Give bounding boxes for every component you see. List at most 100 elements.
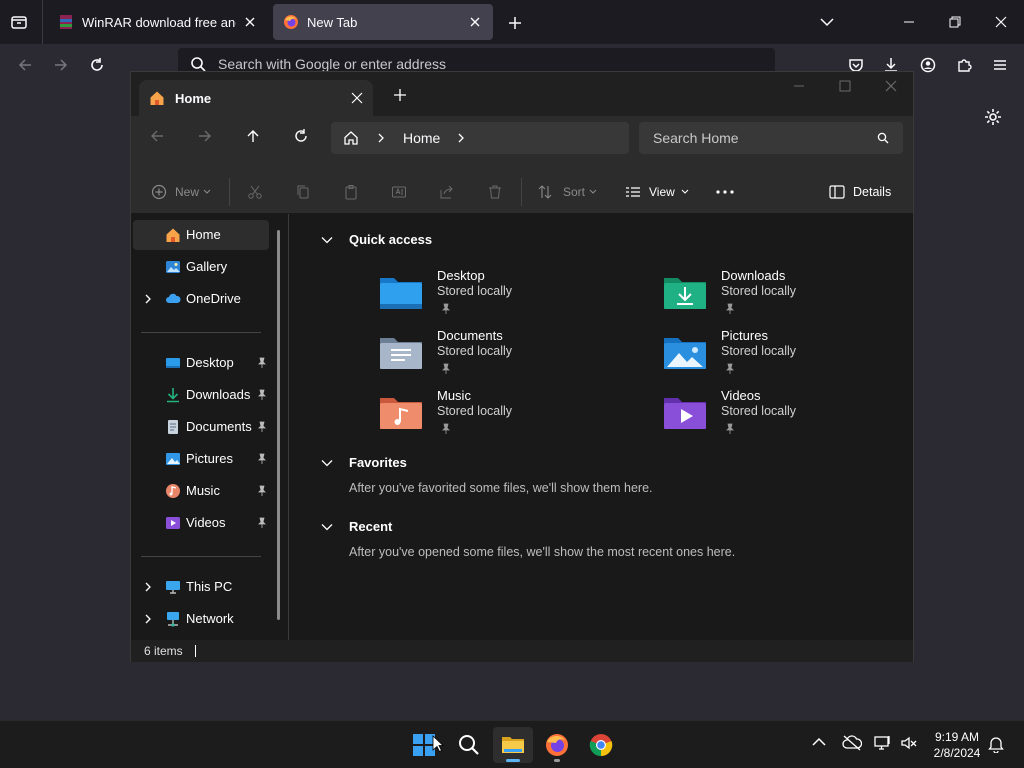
delete-button[interactable] — [487, 178, 503, 206]
pin-icon[interactable] — [257, 517, 267, 529]
firefox-icon — [546, 734, 568, 756]
close-window-icon[interactable] — [990, 12, 1012, 32]
taskbar-chrome[interactable] — [581, 727, 621, 763]
newtab-settings-gear-icon[interactable] — [982, 106, 1004, 128]
section-favorites[interactable]: Favorites — [321, 455, 407, 470]
sidebar-scrollbar[interactable] — [277, 230, 280, 620]
sidebar-item-desktop[interactable]: Desktop — [133, 348, 269, 378]
reload-icon[interactable] — [86, 54, 108, 76]
close-tab-icon[interactable] — [351, 92, 363, 104]
pin-icon[interactable] — [257, 485, 267, 497]
explorer-minimize-icon[interactable] — [793, 80, 805, 92]
chevron-right-icon[interactable] — [143, 613, 153, 625]
system-clock[interactable]: 9:19 AM 2/8/2024 — [926, 729, 988, 761]
tab-winrar[interactable]: WinRAR download free and support — [48, 4, 268, 40]
explorer-close-icon[interactable] — [885, 80, 897, 92]
sidebar-item-this-pc[interactable]: This PC — [133, 572, 269, 602]
chevron-right-icon[interactable] — [143, 581, 153, 593]
sidebar-item-gallery[interactable]: Gallery — [133, 252, 269, 282]
account-icon[interactable] — [917, 54, 939, 76]
chevron-right-icon[interactable] — [143, 293, 153, 305]
up-arrow-icon[interactable] — [245, 128, 261, 144]
paste-button[interactable] — [343, 178, 359, 206]
copy-button[interactable] — [295, 178, 311, 206]
close-tab-icon[interactable] — [467, 14, 483, 30]
sidebar-item-network[interactable]: Network — [133, 604, 269, 634]
quick-access-desktop[interactable]: Desktop Stored locally — [379, 268, 619, 324]
winrar-favicon — [58, 14, 74, 30]
onedrive-offline-icon[interactable] — [842, 735, 862, 751]
taskbar-firefox[interactable] — [537, 727, 577, 763]
explorer-tab-home[interactable]: Home — [139, 80, 373, 116]
refresh-icon[interactable] — [293, 128, 309, 144]
quick-access-downloads[interactable]: Downloads Stored locally — [663, 268, 903, 324]
forward-arrow-icon[interactable] — [197, 128, 213, 144]
sidebar-item-downloads[interactable]: Downloads — [133, 380, 269, 410]
quick-access-videos[interactable]: Videos Stored locally — [663, 388, 903, 444]
pin-icon — [442, 363, 450, 374]
firefox-favicon — [283, 14, 299, 30]
show-hidden-icons-chevron-up-icon[interactable] — [812, 737, 826, 747]
sidebar-item-label: OneDrive — [186, 291, 241, 306]
explorer-maximize-icon[interactable] — [839, 80, 851, 92]
details-button[interactable]: Details — [829, 178, 891, 206]
tab-new-tab[interactable]: New Tab — [273, 4, 493, 40]
cut-button[interactable] — [247, 178, 263, 206]
breadcrumb-home[interactable]: Home — [403, 130, 440, 146]
pin-icon[interactable] — [257, 357, 267, 369]
pin-icon[interactable] — [257, 453, 267, 465]
start-button[interactable] — [404, 727, 444, 763]
sidebar-item-videos[interactable]: Videos — [133, 508, 269, 538]
notifications-bell-icon[interactable] — [988, 735, 1004, 753]
sort-label: Sort — [563, 185, 586, 199]
pin-icon[interactable] — [257, 421, 267, 433]
sidebar-item-onedrive[interactable]: OneDrive — [133, 284, 269, 314]
extensions-icon[interactable] — [953, 54, 975, 76]
new-button[interactable]: New — [151, 178, 211, 206]
quick-access-documents[interactable]: Documents Stored locally — [379, 328, 619, 384]
quick-access-pictures[interactable]: Pictures Stored locally — [663, 328, 903, 384]
minimize-icon[interactable] — [898, 12, 920, 32]
share-button[interactable] — [439, 178, 455, 206]
sidebar-item-music[interactable]: Music — [133, 476, 269, 506]
new-tab-plus-icon[interactable] — [504, 12, 526, 34]
section-quick-access[interactable]: Quick access — [321, 232, 432, 247]
pin-icon — [726, 363, 734, 374]
item-name: Downloads — [721, 268, 786, 283]
view-button[interactable]: View — [625, 178, 689, 206]
taskbar-file-explorer[interactable] — [493, 727, 533, 763]
tab-overview-icon[interactable] — [8, 12, 30, 32]
list-all-tabs-icon[interactable] — [816, 12, 838, 32]
back-icon[interactable] — [14, 54, 36, 76]
taskbar: 9:19 AM 2/8/2024 — [0, 720, 1024, 768]
tab-title: New Tab — [307, 14, 358, 30]
sort-button[interactable]: Sort — [537, 178, 597, 206]
menu-icon[interactable] — [989, 54, 1011, 76]
sidebar-item-documents[interactable]: Documents — [133, 412, 269, 442]
breadcrumb[interactable]: Home — [331, 122, 629, 154]
sidebar-item-home[interactable]: Home — [133, 220, 269, 250]
chevron-right-icon[interactable] — [457, 133, 465, 143]
close-tab-icon[interactable] — [242, 14, 258, 30]
file-explorer-window: Home Home Search Home New Sort View Deta… — [130, 71, 914, 662]
quick-access-music[interactable]: Music Stored locally — [379, 388, 619, 444]
taskbar-search-button[interactable] — [449, 727, 489, 763]
recent-empty-note: After you've opened some files, we'll sh… — [349, 545, 736, 559]
search-home-input[interactable]: Search Home — [639, 122, 903, 154]
volume-muted-icon[interactable] — [900, 735, 918, 751]
rename-button[interactable] — [391, 178, 407, 206]
back-arrow-icon[interactable] — [149, 128, 165, 144]
onedrive-cloud-icon — [166, 293, 181, 303]
forward-icon[interactable] — [50, 54, 72, 76]
add-tab-plus-icon[interactable] — [393, 88, 407, 102]
restore-icon[interactable] — [944, 12, 966, 32]
pin-icon — [726, 303, 734, 314]
pin-icon[interactable] — [257, 389, 267, 401]
browser-tab-bar: WinRAR download free and support New Tab — [0, 0, 1024, 44]
see-more-button[interactable] — [715, 178, 735, 206]
details-pane-icon — [829, 185, 845, 199]
network-status-icon[interactable] — [874, 735, 892, 751]
section-recent[interactable]: Recent — [321, 519, 392, 534]
sidebar-item-pictures[interactable]: Pictures — [133, 444, 269, 474]
sort-arrows-icon — [538, 185, 552, 199]
